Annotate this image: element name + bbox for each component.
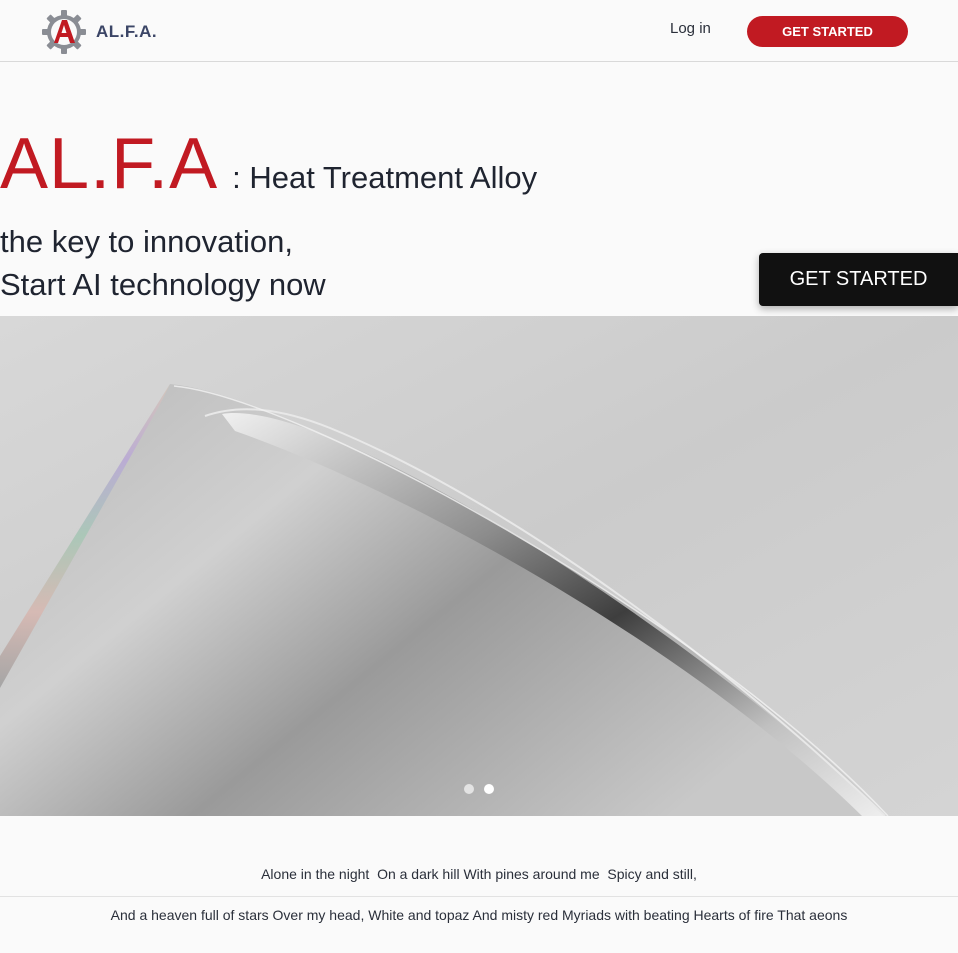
poem-line-1: Alone in the night On a dark hill With p…	[261, 866, 697, 882]
carousel-dot-2[interactable]	[484, 784, 494, 794]
brand-name: AL.F.A	[0, 124, 219, 204]
carousel-dot-1[interactable]	[464, 784, 474, 794]
hero-carousel[interactable]	[0, 316, 958, 816]
logo[interactable]: AL.F.A.	[40, 8, 164, 56]
get-started-button-header[interactable]: GET STARTED	[747, 16, 908, 47]
hero-subtitle: : Heat Treatment Alloy	[232, 160, 538, 195]
poem-line-2: And a heaven full of stars Over my head,…	[110, 907, 848, 923]
hero-title: AL.F.A : Heat Treatment Alloy	[0, 128, 537, 200]
tagline-line-1: the key to innovation,	[0, 224, 293, 259]
gear-logo-icon	[42, 10, 86, 54]
metal-tube-image	[0, 316, 958, 816]
hero-tagline: the key to innovation, Start AI technolo…	[0, 220, 326, 306]
logo-text: AL.F.A.	[96, 22, 158, 41]
site-header: AL.F.A. Log in GET STARTED	[0, 0, 958, 62]
divider	[0, 896, 958, 897]
carousel-indicators	[464, 784, 494, 794]
get-started-button-hero[interactable]: GET STARTED	[759, 253, 958, 306]
login-link[interactable]: Log in	[670, 20, 711, 37]
tagline-line-2: Start AI technology now	[0, 267, 326, 302]
